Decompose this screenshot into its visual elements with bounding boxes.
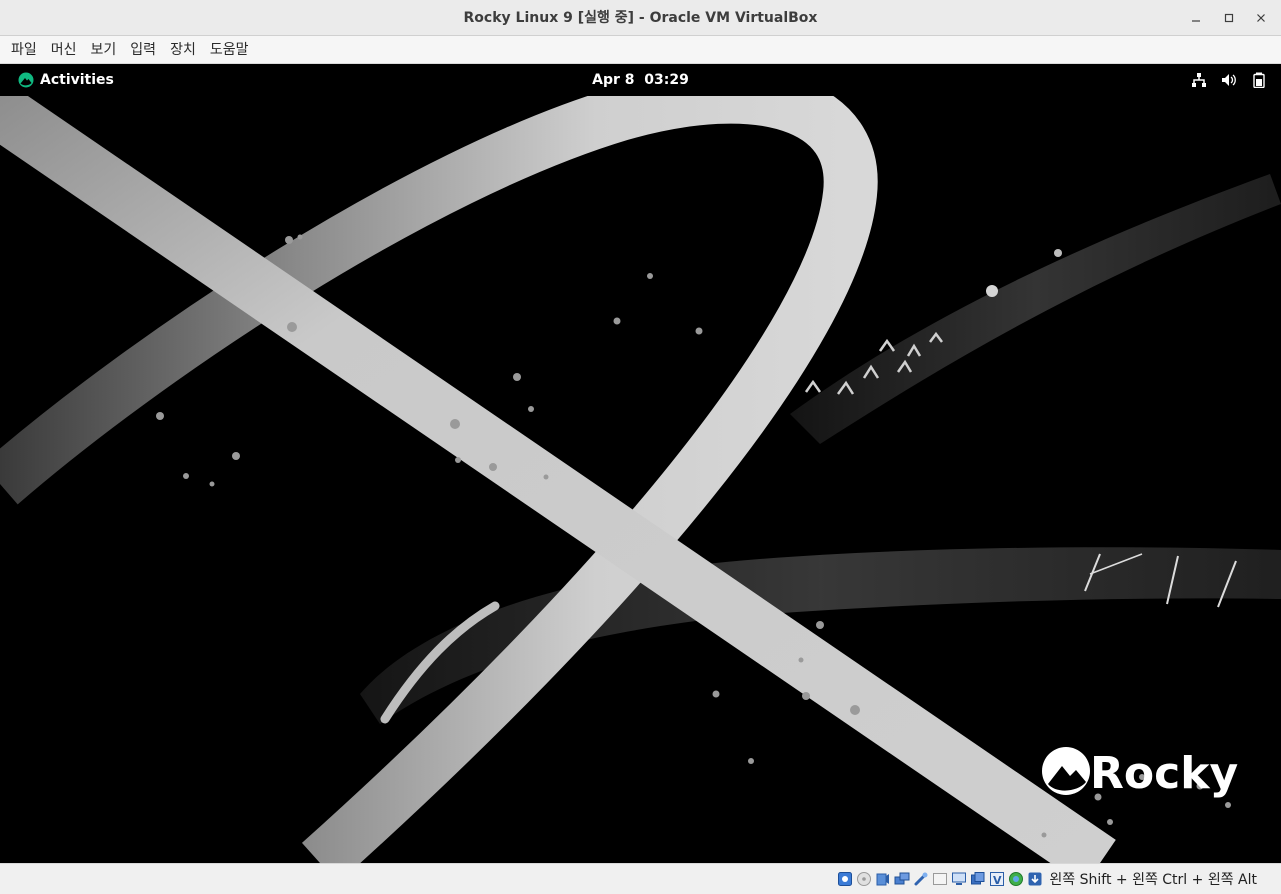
clock-date: Apr 8 (592, 72, 635, 88)
system-tray[interactable] (1191, 64, 1267, 96)
clock[interactable]: Apr 8 03:29 (0, 64, 1281, 96)
clock-time: 03:29 (644, 72, 689, 88)
desktop-wallpaper: Rocky (0, 64, 1281, 863)
optical-drive-icon[interactable] (856, 871, 872, 887)
audio-icon[interactable] (875, 871, 891, 887)
vm-status-bar: V 왼쪽 Shift + 왼쪽 Ctrl + 왼쪽 Alt (0, 863, 1281, 894)
close-icon (1257, 14, 1265, 22)
menu-machine[interactable]: 머신 (44, 36, 84, 64)
menubar: 파일 머신 보기 입력 장치 도움말 (0, 36, 1281, 64)
volume-icon[interactable] (1221, 72, 1237, 88)
menu-file[interactable]: 파일 (4, 36, 44, 64)
hard-disk-icon[interactable] (837, 871, 853, 887)
window-title: Rocky Linux 9 [실행 중] - Oracle VM Virtual… (463, 10, 818, 26)
vm-display[interactable]: Rocky Activities Apr 8 03:29 (0, 64, 1281, 863)
cpu-icon[interactable] (1008, 871, 1024, 887)
host-key-combo: 왼쪽 Shift + 왼쪽 Ctrl + 왼쪽 Alt (1049, 872, 1257, 888)
usb-icon[interactable] (913, 871, 929, 887)
network-wired-icon[interactable] (1191, 72, 1207, 88)
menu-help[interactable]: 도움말 (203, 36, 256, 64)
recording-icon[interactable]: V (989, 871, 1005, 887)
close-button[interactable] (1249, 6, 1273, 30)
menu-devices[interactable]: 장치 (163, 36, 203, 64)
display-icon[interactable] (951, 871, 967, 887)
menu-view[interactable]: 보기 (84, 36, 124, 64)
battery-icon[interactable] (1251, 72, 1267, 88)
menu-input[interactable]: 입력 (123, 36, 163, 64)
video-capture-icon[interactable] (970, 871, 986, 887)
virtualbox-window: Rocky Linux 9 [실행 중] - Oracle VM Virtual… (0, 0, 1281, 894)
network-icon[interactable] (894, 871, 910, 887)
svg-text:V: V (993, 874, 1002, 887)
mouse-integration-icon[interactable] (1027, 871, 1043, 887)
rocky-logo: Rocky (1042, 747, 1238, 799)
gnome-top-bar: Activities Apr 8 03:29 (0, 64, 1281, 96)
maximize-icon (1224, 13, 1234, 23)
minimize-button[interactable] (1184, 6, 1208, 30)
shared-folders-icon[interactable] (932, 871, 948, 887)
status-icons: V (837, 871, 1043, 887)
rocky-logo-text: Rocky (1090, 748, 1238, 799)
maximize-button[interactable] (1217, 6, 1241, 30)
window-titlebar[interactable]: Rocky Linux 9 [실행 중] - Oracle VM Virtual… (0, 0, 1281, 36)
minimize-icon (1192, 20, 1200, 22)
